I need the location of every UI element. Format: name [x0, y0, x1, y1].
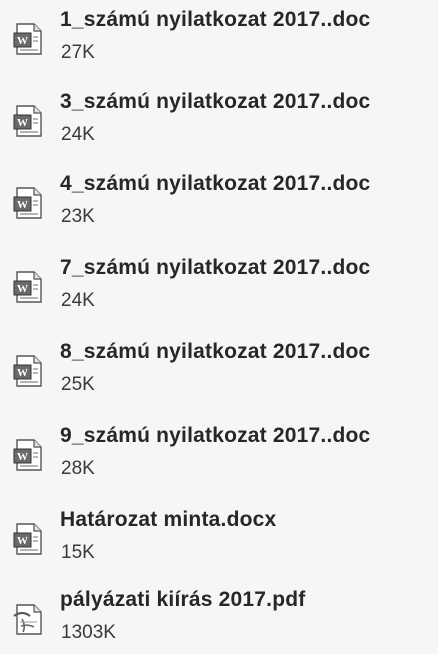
word-document-icon: W — [12, 270, 44, 304]
file-item-1[interactable]: W 1_számú nyilatkozat 2017..doc 27K — [0, 4, 438, 74]
file-name-link[interactable]: pályázati kiírás 2017.pdf — [60, 588, 305, 612]
word-document-icon: W — [12, 186, 44, 220]
svg-text:W: W — [17, 199, 28, 211]
word-document-icon: W — [12, 522, 44, 556]
file-size: 15K — [61, 542, 95, 563]
file-size: 27K — [61, 42, 95, 63]
file-size: 24K — [61, 290, 95, 311]
file-name-link[interactable]: 3_számú nyilatkozat 2017..doc — [60, 90, 370, 114]
file-item-6[interactable]: W 9_számú nyilatkozat 2017..doc 28K — [0, 420, 438, 490]
file-name-link[interactable]: 7_számú nyilatkozat 2017..doc — [60, 256, 370, 280]
file-list: W 1_számú nyilatkozat 2017..doc 27K W 3_… — [0, 0, 438, 653]
file-item-7[interactable]: W Határozat minta.docx 15K — [0, 504, 438, 574]
file-size: 23K — [61, 206, 95, 227]
pdf-document-icon — [12, 602, 44, 636]
file-item-2[interactable]: W 3_számú nyilatkozat 2017..doc 24K — [0, 86, 438, 156]
file-name-link[interactable]: 1_számú nyilatkozat 2017..doc — [60, 8, 370, 32]
file-item-4[interactable]: W 7_számú nyilatkozat 2017..doc 24K — [0, 252, 438, 322]
file-name-link[interactable]: 8_számú nyilatkozat 2017..doc — [60, 340, 370, 364]
file-name-link[interactable]: 9_számú nyilatkozat 2017..doc — [60, 424, 370, 448]
word-document-icon: W — [12, 438, 44, 472]
file-size: 1303K — [61, 622, 116, 643]
svg-text:W: W — [17, 451, 28, 463]
word-document-icon: W — [12, 104, 44, 138]
file-item-5[interactable]: W 8_számú nyilatkozat 2017..doc 25K — [0, 336, 438, 406]
svg-text:W: W — [17, 367, 28, 379]
svg-text:W: W — [17, 117, 28, 129]
word-document-icon: W — [12, 354, 44, 388]
file-size: 25K — [61, 374, 95, 395]
file-size: 24K — [61, 124, 95, 145]
file-name-link[interactable]: 4_számú nyilatkozat 2017..doc — [60, 172, 370, 196]
svg-text:W: W — [17, 535, 28, 547]
file-name-link[interactable]: Határozat minta.docx — [60, 508, 276, 532]
file-item-8[interactable]: pályázati kiírás 2017.pdf 1303K — [0, 584, 438, 654]
file-item-3[interactable]: W 4_számú nyilatkozat 2017..doc 23K — [0, 168, 438, 238]
svg-text:W: W — [17, 283, 28, 295]
svg-text:W: W — [17, 35, 28, 47]
word-document-icon: W — [12, 22, 44, 56]
file-size: 28K — [61, 458, 95, 479]
